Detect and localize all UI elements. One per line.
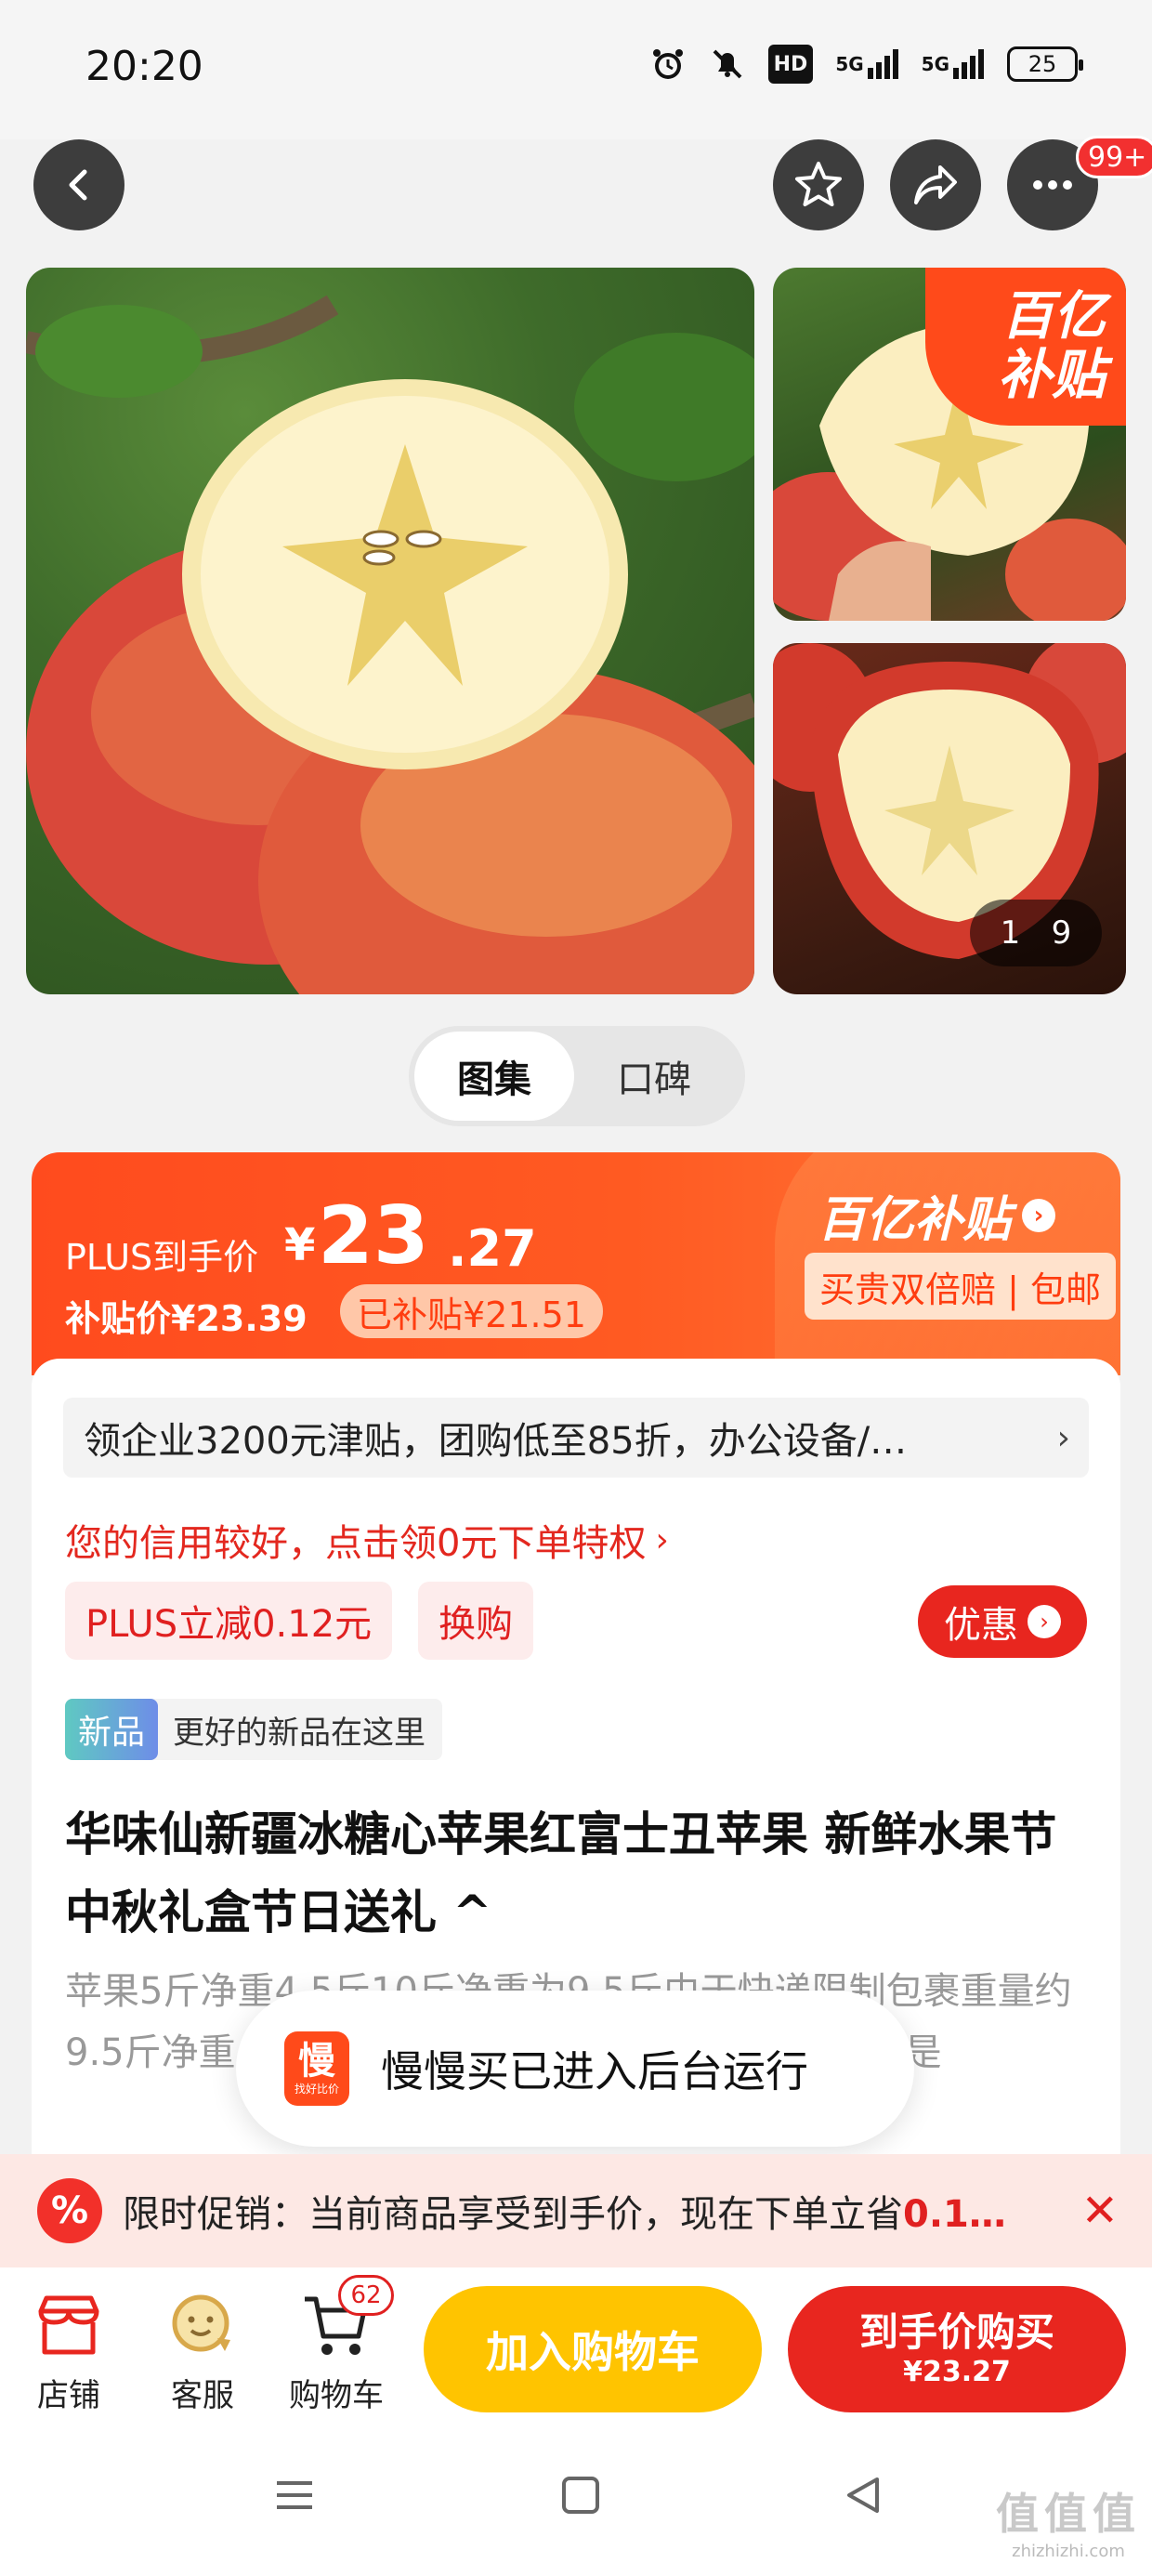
- status-time: 20:20: [85, 43, 203, 90]
- product-page: 20:20 HD 5G 5G 25 99+ 百亿 补贴 1 9 图集 口碑 PL…: [0, 0, 1152, 2576]
- image-page-counter: 1 9: [970, 900, 1102, 966]
- gallery-segment-control: 图集 口碑: [409, 1026, 745, 1126]
- system-navigation-bar: 值值值 zhizhizhi.com: [0, 2427, 1152, 2576]
- favorite-button[interactable]: [773, 139, 864, 230]
- network-label-1: 5G: [835, 53, 864, 75]
- toast-logo-sub: 找好比价: [294, 2083, 339, 2096]
- offers-button-label: 优惠: [944, 1604, 1018, 1647]
- manmanbuy-logo: 慢 找好比价: [284, 2031, 349, 2106]
- apple-cut-image: [26, 295, 754, 994]
- chevron-right-icon: ›: [1022, 1198, 1056, 1232]
- image-page-total: 9: [1051, 914, 1072, 952]
- buy-now-label: 到手价购买: [858, 2308, 1054, 2355]
- exchange-tag[interactable]: 换购: [418, 1582, 534, 1660]
- enterprise-coupon-text: 领企业3200元津贴，团购低至85折，办公设备/…: [84, 1420, 908, 1463]
- cart-label: 购物车: [289, 2377, 384, 2414]
- promotion-text: 限时促销：当前商品享受到手价，现在下单立省0.1…: [123, 2184, 1063, 2238]
- battery-level: 25: [1028, 51, 1057, 77]
- menu-icon[interactable]: [273, 2474, 316, 2520]
- alarm-icon: [649, 45, 687, 84]
- chevron-right-icon: ›: [1028, 1605, 1061, 1638]
- enterprise-coupon-row[interactable]: 领企业3200元津贴，团购低至85折，办公设备/… ›: [63, 1398, 1089, 1478]
- subsidy-brand-label: 百亿补贴: [818, 1192, 1012, 1248]
- add-to-cart-button[interactable]: 加入购物车: [424, 2286, 762, 2412]
- shopping-cart-icon: 62: [299, 2275, 394, 2362]
- share-button[interactable]: [890, 139, 981, 230]
- more-dots-icon: [1033, 180, 1072, 190]
- price-integer: 23: [318, 1189, 429, 1282]
- shop-label: 店铺: [37, 2377, 100, 2414]
- plus-price-label: PLUS到手价: [65, 1237, 259, 1278]
- signal-5g-icon: 5G: [835, 45, 898, 84]
- network-label-2: 5G: [921, 53, 949, 75]
- customer-service-button[interactable]: 客服: [147, 2288, 258, 2415]
- new-product-tag: 新品: [65, 1699, 159, 1760]
- price-decimal: .27: [448, 1219, 537, 1278]
- close-icon[interactable]: ✕: [1081, 2185, 1119, 2237]
- notification-badge: 99+: [1076, 136, 1152, 178]
- product-image-thumb-1[interactable]: 百亿 补贴: [773, 268, 1126, 621]
- background-run-toast: 慢 找好比价 慢慢买已进入后台运行: [236, 1991, 914, 2147]
- chevron-left-icon: [69, 169, 87, 201]
- back-triangle-icon[interactable]: [842, 2474, 884, 2520]
- share-icon: [914, 165, 957, 204]
- star-icon: [795, 162, 842, 206]
- buy-now-button[interactable]: 到手价购买 ¥23.27: [788, 2286, 1126, 2412]
- customer-service-icon: [165, 2288, 240, 2362]
- credit-privilege-text: 您的信用较好，点击领0元下单特权: [65, 1522, 647, 1565]
- tab-reviews[interactable]: 口碑: [574, 1032, 734, 1121]
- promotion-text-highlight: 0.1…: [903, 2193, 1006, 2236]
- offers-button[interactable]: 优惠 ›: [918, 1585, 1087, 1658]
- store-icon: [32, 2288, 106, 2362]
- image-gallery[interactable]: 百亿 补贴 1 9: [0, 260, 1152, 999]
- hd-icon: HD: [767, 45, 814, 84]
- tab-gallery[interactable]: 图集: [414, 1032, 574, 1121]
- toast-message: 慢慢买已进入后台运行: [381, 2046, 808, 2096]
- chevron-right-icon: ›: [1056, 1418, 1070, 1457]
- subsidized-amount-badge: 已补贴¥21.51: [340, 1284, 603, 1338]
- cart-count-badge: 62: [338, 2275, 394, 2316]
- discount-percent-icon: %: [37, 2178, 102, 2243]
- home-icon[interactable]: [559, 2474, 602, 2520]
- bottom-action-bar: 店铺 客服 62 购物车 加入购物车 到手价购买 ¥23.27: [0, 2267, 1152, 2427]
- credit-privilege-link[interactable]: 您的信用较好，点击领0元下单特权 ›: [65, 1513, 669, 1567]
- product-image-main[interactable]: [26, 268, 754, 994]
- product-title[interactable]: 华味仙新疆冰糖心苹果红富士丑苹果 新鲜水果节中秋礼盒节日送礼 ^: [65, 1795, 1087, 1952]
- watermark-url: zhizhizhi.com: [1012, 2542, 1125, 2561]
- discount-tag-row: PLUS立减0.12元 换购: [65, 1582, 534, 1660]
- signal-5g-icon-2: 5G: [922, 45, 985, 84]
- battery-icon: 25: [1007, 46, 1083, 82]
- subsidy-guarantee-badge: 买贵双倍赔 | 包邮: [805, 1253, 1116, 1320]
- shop-button[interactable]: 店铺: [13, 2288, 124, 2415]
- promotion-text-prefix: 限时促销：当前商品享受到手价，现在下单立省: [123, 2193, 903, 2236]
- subsidy-tag-badge: 百亿 补贴: [925, 268, 1126, 426]
- toast-logo-char: 慢: [298, 2040, 335, 2083]
- customer-service-label: 客服: [171, 2377, 234, 2414]
- price-currency: ¥: [284, 1219, 316, 1271]
- watermark-logo: 值值值: [996, 2489, 1141, 2539]
- cart-button[interactable]: 62 购物车: [281, 2275, 394, 2415]
- subsidy-tag-line1: 百亿: [1001, 286, 1106, 348]
- subsidy-tag-line2: 补贴: [997, 342, 1106, 406]
- promotion-bar[interactable]: % 限时促销：当前商品享受到手价，现在下单立省0.1… ✕: [0, 2154, 1152, 2267]
- chevron-right-icon: ›: [655, 1520, 669, 1559]
- back-button[interactable]: [33, 139, 124, 230]
- image-page-current: 1: [1000, 914, 1021, 952]
- subsidy-price: 补贴价¥23.39: [65, 1298, 308, 1339]
- subsidy-brand-link[interactable]: 百亿补贴 ›: [818, 1180, 1056, 1250]
- status-bar: 20:20 HD 5G 5G 25: [0, 0, 1152, 139]
- buy-now-price: ¥23.27: [903, 2356, 1011, 2389]
- watermark: 值值值 zhizhizhi.com: [996, 2480, 1141, 2561]
- new-product-text: 更好的新品在这里: [173, 1714, 426, 1752]
- new-product-banner[interactable]: 新品 更好的新品在这里: [65, 1699, 443, 1760]
- plus-discount-tag[interactable]: PLUS立减0.12元: [65, 1582, 393, 1660]
- price-card: PLUS到手价 ¥ 23 .27 补贴价¥23.39 已补贴¥21.51 百亿补…: [32, 1152, 1120, 1375]
- mute-bell-icon: [709, 45, 746, 84]
- status-icons: HD 5G 5G 25: [649, 45, 1083, 84]
